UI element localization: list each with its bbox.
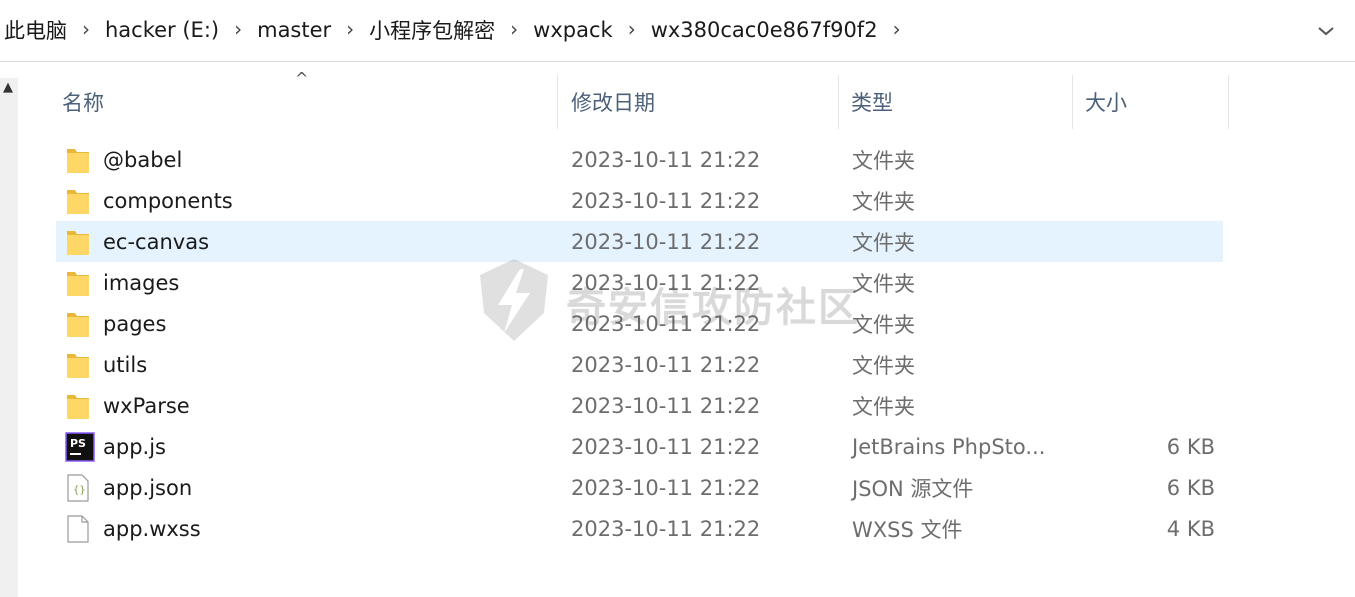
file-date-modified: 2023-10-11 21:22 (571, 229, 761, 254)
file-type: JSON 源文件 (852, 476, 974, 501)
folder-icon (65, 391, 91, 421)
file-date-modified: 2023-10-11 21:22 (571, 147, 761, 172)
breadcrumb-item-master[interactable]: master (257, 18, 331, 42)
breadcrumb-item-this-pc[interactable]: 此电脑 (4, 15, 67, 45)
column-size[interactable]: 大小 (1085, 75, 1127, 129)
file-list: @babel 2023-10-11 21:22 文件夹 components 2023-… (56, 139, 1223, 549)
folder-icon (65, 186, 91, 216)
file-name[interactable]: ec-canvas (103, 230, 209, 254)
file-row[interactable]: {} app.json 2023-10-11 21:22 JSON 源文件 6 KB (56, 467, 1223, 508)
address-bar[interactable]: 此电脑 › hacker (E:) › master › 小程序包解密 › wx… (0, 0, 1355, 62)
file-name[interactable]: app.js (103, 435, 166, 459)
file-row[interactable]: components 2023-10-11 21:22 文件夹 (56, 180, 1223, 221)
file-name[interactable]: wxParse (103, 394, 190, 418)
file-name[interactable]: components (103, 189, 233, 213)
file-name[interactable]: app.wxss (103, 517, 201, 541)
file-date-modified: 2023-10-11 21:22 (571, 393, 761, 418)
file-type: JetBrains PhpSto... (852, 434, 1046, 459)
file-name[interactable]: images (103, 271, 179, 295)
file-row[interactable]: pages 2023-10-11 21:22 文件夹 (56, 303, 1223, 344)
file-row[interactable]: app.wxss 2023-10-11 21:22 WXSS 文件 4 KB (56, 508, 1223, 549)
breadcrumb-chevron-icon[interactable]: › (219, 17, 257, 41)
column-header: ^ 名称 修改日期 类型 大小 (18, 69, 1355, 129)
phpstorm-file-icon: PS (65, 432, 95, 462)
column-divider[interactable] (557, 75, 558, 129)
scroll-up-arrow-icon[interactable]: ▲ (3, 80, 13, 95)
column-type[interactable]: 类型 (851, 75, 893, 129)
file-type: WXSS 文件 (852, 517, 963, 542)
file-date-modified: 2023-10-11 21:22 (571, 311, 761, 336)
column-date-modified[interactable]: 修改日期 (571, 75, 655, 129)
file-row[interactable]: utils 2023-10-11 21:22 文件夹 (56, 344, 1223, 385)
file-size: 6 KB (1166, 475, 1215, 500)
json-file-icon: {} (65, 473, 91, 503)
breadcrumb: 此电脑 › hacker (E:) › master › 小程序包解密 › wx… (4, 14, 916, 46)
svg-text:PS: PS (70, 437, 86, 450)
folder-icon (65, 309, 91, 339)
file-type: 文件夹 (852, 271, 915, 296)
breadcrumb-item-decrypt[interactable]: 小程序包解密 (369, 15, 495, 45)
file-type: 文件夹 (852, 312, 915, 337)
svg-text:{}: {} (73, 485, 86, 496)
file-type: 文件夹 (852, 148, 915, 173)
breadcrumb-item-drive[interactable]: hacker (E:) (105, 18, 219, 42)
file-date-modified: 2023-10-11 21:22 (571, 188, 761, 213)
file-name[interactable]: app.json (103, 476, 192, 500)
breadcrumb-item-package[interactable]: wx380cac0e867f90f2 (651, 18, 878, 42)
breadcrumb-chevron-icon[interactable]: › (67, 17, 105, 41)
file-row[interactable]: images 2023-10-11 21:22 文件夹 (56, 262, 1223, 303)
folder-icon (65, 350, 91, 380)
file-name[interactable]: utils (103, 353, 147, 377)
breadcrumb-chevron-icon[interactable]: › (878, 17, 916, 41)
file-date-modified: 2023-10-11 21:22 (571, 516, 761, 541)
column-divider[interactable] (1072, 75, 1073, 129)
breadcrumb-chevron-icon[interactable]: › (495, 17, 533, 41)
column-divider[interactable] (838, 75, 839, 129)
file-name[interactable]: pages (103, 312, 166, 336)
breadcrumb-chevron-icon[interactable]: › (331, 17, 369, 41)
file-type: 文件夹 (852, 189, 915, 214)
address-history-dropdown[interactable] (1311, 17, 1341, 45)
file-row[interactable]: @babel 2023-10-11 21:22 文件夹 (56, 139, 1223, 180)
blank-file-icon (65, 514, 91, 544)
file-row[interactable]: wxParse 2023-10-11 21:22 文件夹 (56, 385, 1223, 426)
file-type: 文件夹 (852, 230, 915, 255)
file-date-modified: 2023-10-11 21:22 (571, 352, 761, 377)
file-size: 4 KB (1166, 516, 1215, 541)
file-size: 6 KB (1166, 434, 1215, 459)
file-date-modified: 2023-10-11 21:22 (571, 434, 761, 459)
column-divider[interactable] (1228, 75, 1229, 129)
sort-ascending-icon: ^ (295, 69, 309, 88)
file-row[interactable]: PS app.js 2023-10-11 21:22 JetBrains PhpSto… (56, 426, 1223, 467)
file-type: 文件夹 (852, 353, 915, 378)
breadcrumb-chevron-icon[interactable]: › (613, 17, 651, 41)
file-type: 文件夹 (852, 394, 915, 419)
column-name[interactable]: 名称 (62, 75, 104, 129)
folder-icon (65, 268, 91, 298)
file-date-modified: 2023-10-11 21:22 (571, 270, 761, 295)
file-date-modified: 2023-10-11 21:22 (571, 475, 761, 500)
folder-icon (65, 145, 91, 175)
nav-pane-scrollbar[interactable]: ▲ (0, 78, 18, 597)
file-name[interactable]: @babel (103, 148, 182, 172)
folder-icon (65, 227, 91, 257)
chevron-down-icon (1318, 27, 1334, 36)
file-row[interactable]: ec-canvas 2023-10-11 21:22 文件夹 (56, 221, 1223, 262)
breadcrumb-item-wxpack[interactable]: wxpack (533, 18, 613, 42)
